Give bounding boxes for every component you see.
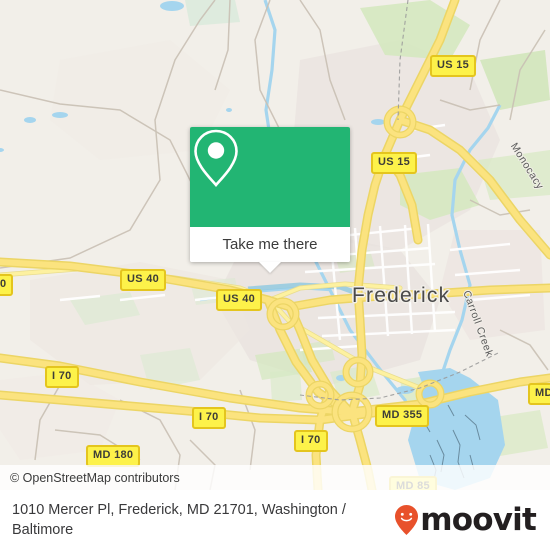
road-shield-edge-right[interactable]: MD [528, 383, 550, 405]
place-label-frederick: Frederick [352, 284, 451, 307]
moovit-pin-smile-icon [395, 505, 419, 535]
take-me-there-label: Take me there [222, 236, 318, 253]
footer-bar: 1010 Mercer Pl, Frederick, MD 21701, Was… [0, 490, 550, 550]
road-shield-i70-east[interactable]: I 70 [294, 430, 328, 452]
map-canvas[interactable]: Frederick Monocacy Carroll Creek US 15 U… [0, 0, 550, 490]
map-screenshot: Frederick Monocacy Carroll Creek US 15 U… [0, 0, 550, 550]
road-shield-i70-west[interactable]: I 70 [45, 366, 79, 388]
callout-image-panel [190, 127, 350, 227]
take-me-there-button[interactable]: Take me there [190, 227, 350, 273]
location-callout[interactable]: Take me there [190, 127, 350, 273]
road-shield-us15-north[interactable]: US 15 [430, 55, 477, 77]
callout-pointer-tail [259, 262, 281, 273]
road-shield-edge-left[interactable]: 0 [0, 274, 14, 296]
address-label: 1010 Mercer Pl, Frederick, MD 21701, Was… [12, 502, 346, 538]
road-shield-us15-mid[interactable]: US 15 [371, 152, 418, 174]
road-shield-us40-east[interactable]: US 40 [216, 289, 263, 311]
moovit-logo[interactable]: moovit [394, 504, 540, 536]
road-shield-md355[interactable]: MD 355 [375, 405, 430, 427]
road-shield-md180[interactable]: MD 180 [86, 445, 141, 467]
osm-attribution-text[interactable]: © OpenStreetMap contributors [10, 471, 180, 485]
map-attribution-bar: © OpenStreetMap contributors [0, 465, 550, 490]
map-pin-icon [194, 129, 238, 187]
road-shield-i70-mid[interactable]: I 70 [192, 407, 226, 429]
moovit-wordmark: moovit [420, 501, 537, 538]
road-shield-us40-west[interactable]: US 40 [120, 269, 167, 291]
